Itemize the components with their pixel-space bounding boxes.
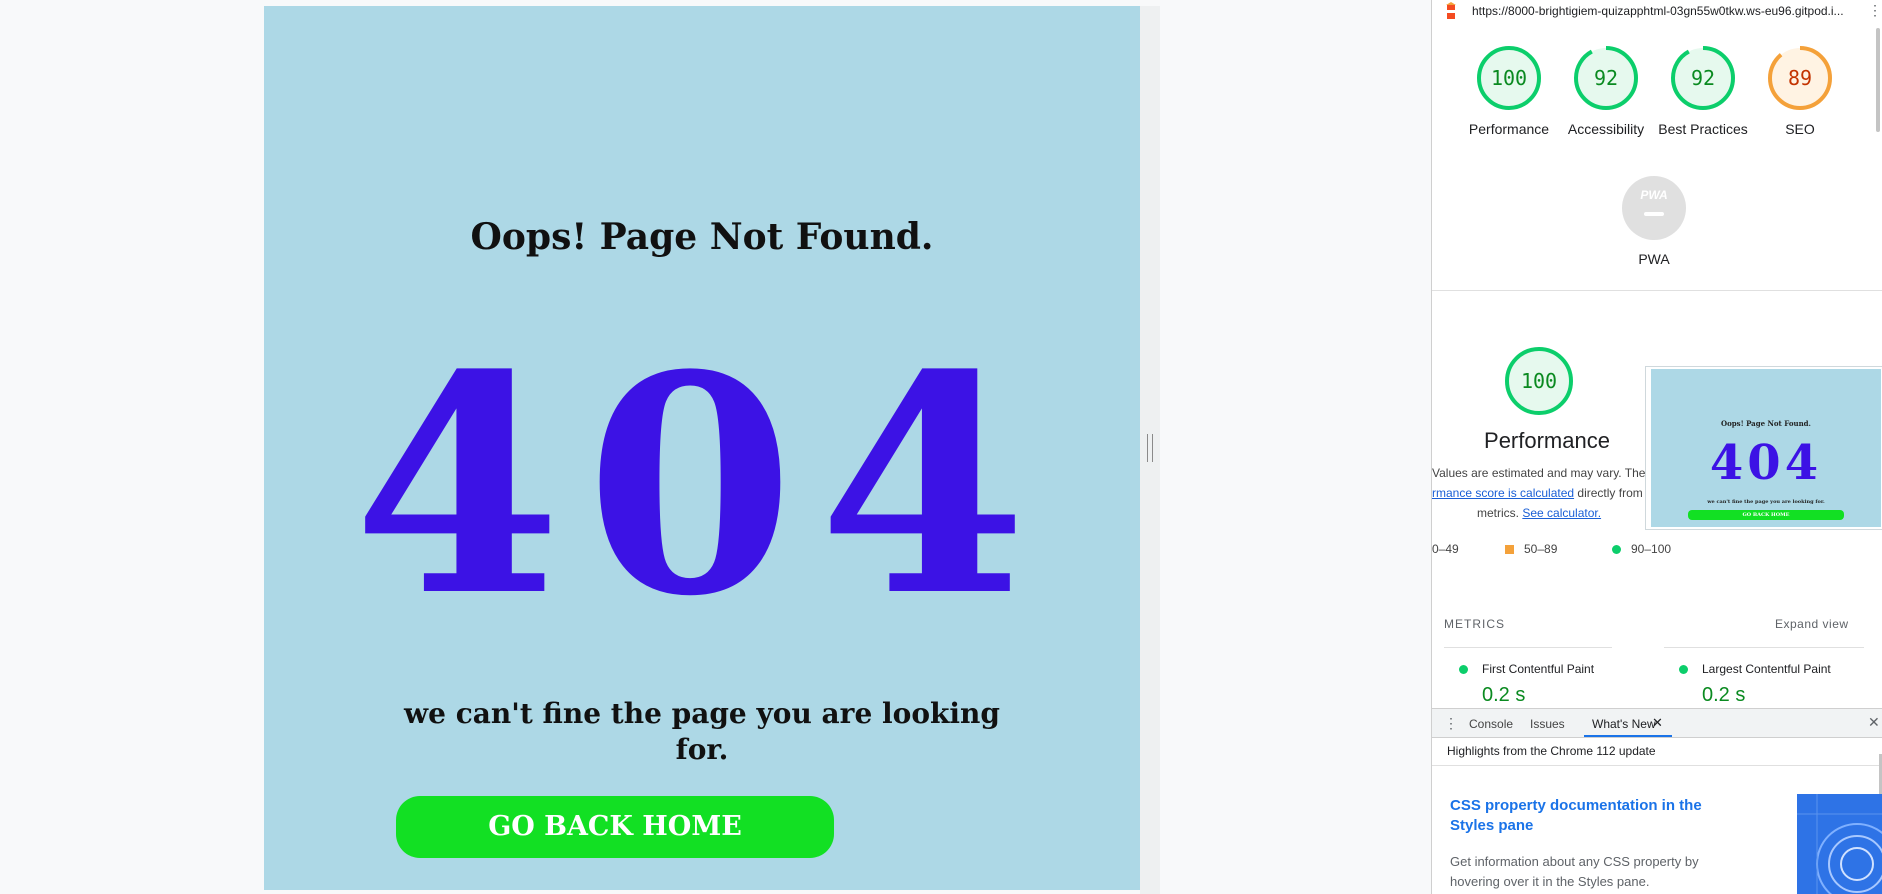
- divider: [1432, 290, 1882, 291]
- legend-pass: 90–100: [1612, 542, 1671, 556]
- expand-view-button[interactable]: Expand view: [1775, 617, 1849, 631]
- divider: [1664, 647, 1864, 648]
- seo-gauge[interactable]: 89: [1767, 45, 1833, 111]
- feature-illustration-art: [1797, 794, 1882, 894]
- score-calculation-link[interactable]: rmance score is calculated: [1432, 486, 1574, 500]
- performance-note-text: metrics.: [1477, 506, 1519, 520]
- active-tab-indicator: [1584, 735, 1672, 737]
- green-circle-icon: [1612, 545, 1621, 554]
- performance-heading: Performance: [1484, 428, 1610, 453]
- lighthouse-icon: [1446, 2, 1456, 19]
- metric-label: Largest Contentful Paint: [1702, 662, 1831, 676]
- pwa-badge[interactable]: PWA: [1622, 176, 1686, 240]
- thumbnail-button: GO BACK HOME: [1688, 510, 1844, 520]
- error-message: we can't fine the page you are looking f…: [404, 697, 1000, 766]
- close-tab-icon[interactable]: ✕: [1652, 715, 1663, 731]
- pwa-badge-text: PWA: [1640, 188, 1668, 202]
- green-circle-icon: [1459, 665, 1468, 674]
- metric-value: 0.2 s: [1702, 684, 1746, 706]
- gauge-score: 89: [1787, 66, 1813, 90]
- legend-label: 0–49: [1432, 542, 1459, 556]
- page-viewport: Oops! Page Not Found. 404 we can't fine …: [264, 6, 1140, 890]
- drawer-tab-bar: ⋮ Console Issues What's New ✕ ✕: [1432, 708, 1882, 738]
- green-circle-icon: [1679, 665, 1688, 674]
- gauge-score: 92: [1690, 66, 1716, 90]
- gauge-score: 100: [1520, 369, 1558, 393]
- gauge-label: PWA: [1638, 251, 1670, 267]
- feature-illustration: [1797, 794, 1882, 894]
- gauge-label: SEO: [1785, 121, 1815, 137]
- error-code: 404: [352, 309, 1052, 662]
- drawer-menu-icon[interactable]: ⋮: [1444, 715, 1458, 732]
- gauge-score: 92: [1593, 66, 1619, 90]
- gauge-score: 100: [1490, 66, 1528, 90]
- best-practices-gauge[interactable]: 92: [1670, 45, 1736, 111]
- performance-note-line: rmance score is calculated directly from…: [1432, 486, 1649, 500]
- metric-value: 0.2 s: [1482, 684, 1526, 706]
- legend-label: 90–100: [1631, 542, 1672, 556]
- feature-title-link[interactable]: CSS property documentation in the Styles…: [1450, 796, 1735, 836]
- devtools-panel: https://8000-brightigiem-quizapphtml-03g…: [1431, 0, 1882, 894]
- gauge-label: Best Practices: [1658, 121, 1748, 137]
- tab-issues[interactable]: Issues: [1530, 717, 1565, 731]
- performance-note: Values are estimated and may vary. The: [1432, 466, 1646, 480]
- gauge-label: Accessibility: [1567, 121, 1645, 137]
- thumbnail-title: Oops! Page Not Found.: [1720, 419, 1811, 428]
- performance-note-text: directly from t: [1577, 486, 1650, 500]
- close-drawer-icon[interactable]: ✕: [1868, 714, 1880, 731]
- gauge-label: Performance: [1468, 121, 1550, 137]
- whats-new-content: CSS property documentation in the Styles…: [1432, 765, 1882, 894]
- divider: [1444, 647, 1612, 648]
- orange-square-icon: [1505, 545, 1514, 554]
- page-title: Oops! Page Not Found.: [470, 216, 934, 258]
- metric-label: First Contentful Paint: [1482, 662, 1595, 676]
- thumbnail-message: we can't fine the page you are looking f…: [1707, 499, 1825, 505]
- whats-new-highlights: Highlights from the Chrome 112 update: [1447, 744, 1656, 758]
- scrollbar[interactable]: [1876, 28, 1880, 132]
- performance-note-line: metrics. See calculator.: [1477, 506, 1601, 520]
- tab-whats-new[interactable]: What's New: [1592, 717, 1656, 731]
- legend-fail: 0–49: [1432, 542, 1459, 556]
- legend-average: 50–89: [1505, 542, 1557, 556]
- viewport-resize-handle[interactable]: [1147, 434, 1153, 462]
- lighthouse-url-bar: https://8000-brightigiem-quizapphtml-03g…: [1432, 0, 1882, 24]
- see-calculator-link[interactable]: See calculator.: [1522, 506, 1601, 520]
- performance-gauge[interactable]: 100: [1476, 45, 1542, 111]
- performance-score-gauge: 100: [1504, 346, 1574, 416]
- metrics-header: METRICS: [1444, 617, 1505, 631]
- accessibility-gauge[interactable]: 92: [1573, 45, 1639, 111]
- page-screenshot-thumbnail[interactable]: Oops! Page Not Found. 404 we can't fine …: [1645, 366, 1882, 530]
- thumbnail-error-code: 404: [1709, 435, 1823, 491]
- legend-label: 50–89: [1524, 542, 1558, 556]
- pwa-dash-icon: [1644, 212, 1664, 216]
- go-back-home-button[interactable]: GO BACK HOME: [396, 796, 834, 858]
- audited-url: https://8000-brightigiem-quizapphtml-03g…: [1472, 4, 1844, 18]
- more-options-icon[interactable]: ⋮: [1868, 2, 1882, 19]
- tab-console[interactable]: Console: [1469, 717, 1513, 731]
- thumbnail-page: Oops! Page Not Found. 404 we can't fine …: [1651, 369, 1881, 527]
- feature-description: Get information about any CSS property b…: [1450, 854, 1699, 889]
